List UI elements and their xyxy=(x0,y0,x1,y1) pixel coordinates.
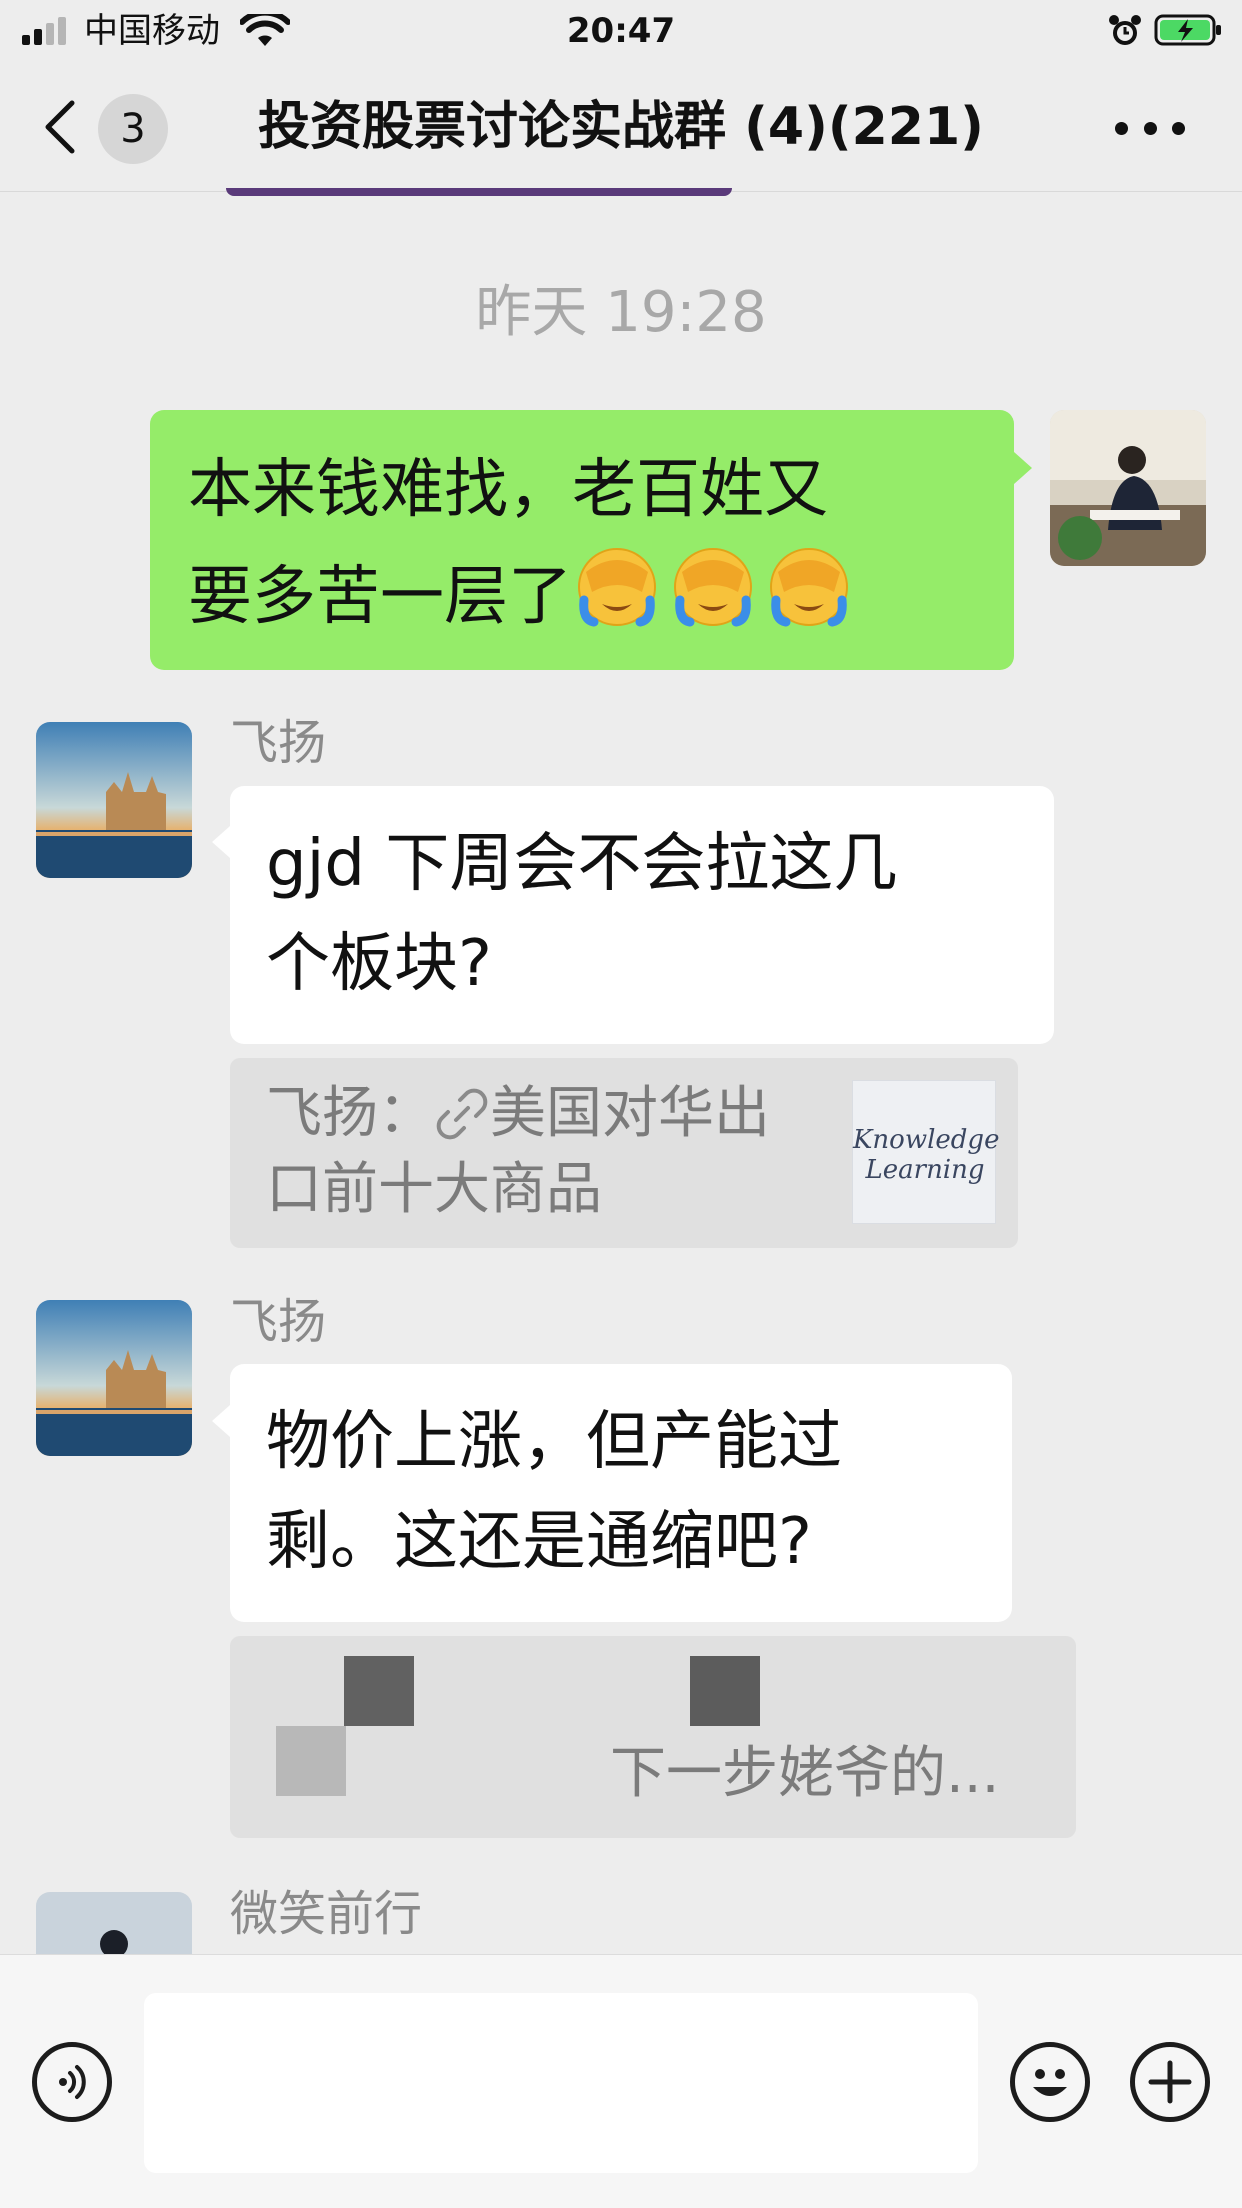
facepalm-emoji xyxy=(578,548,656,627)
message-text-line: 要多苦一层了 xyxy=(188,540,976,647)
chat-title: 投资股票讨论实战群 (4)(221) xyxy=(258,97,984,157)
facepalm-emoji xyxy=(674,548,752,627)
sender-name: 微笑前行 xyxy=(230,1886,423,1942)
link-thumbnail: Knowledge Learning xyxy=(852,1080,1000,1224)
message-text-line: 本来钱难找，老百姓又 xyxy=(188,453,828,527)
message-text-line: 物价上涨，但产能过 xyxy=(266,1405,842,1479)
sender-avatar[interactable] xyxy=(36,1892,192,1954)
bubble-tail xyxy=(1014,452,1032,484)
facepalm-emoji xyxy=(770,548,848,627)
message-text-line: gjd 下周会不会拉这几 xyxy=(266,827,898,901)
quoted-message[interactable]: 下一步姥爷的... xyxy=(230,1636,1076,1838)
thumbnail-text: Learning xyxy=(865,1155,985,1185)
sender-name: 飞扬 xyxy=(230,1294,327,1350)
my-avatar[interactable] xyxy=(1050,410,1206,566)
plus-icon[interactable] xyxy=(1130,2042,1210,2122)
link-icon xyxy=(436,1088,488,1140)
status-time: 20:47 xyxy=(566,11,676,51)
sender-avatar[interactable] xyxy=(36,722,192,878)
bubble-tail xyxy=(212,1405,230,1437)
battery-charging-icon xyxy=(1154,14,1221,46)
more-icon[interactable] xyxy=(1115,108,1185,148)
emoji-icon[interactable] xyxy=(1010,2042,1090,2122)
thumbnail-text: Knowledge xyxy=(853,1125,1000,1155)
quoted-image-pixel xyxy=(690,1656,760,1726)
quoted-image-pixel xyxy=(344,1656,414,1726)
voice-icon[interactable] xyxy=(32,2042,112,2122)
their-message-bubble[interactable]: gjd 下周会不会拉这几 个板块? xyxy=(230,786,1054,1044)
input-bar xyxy=(0,1954,1242,2208)
message-text-line: 个板块? xyxy=(266,927,492,1001)
bubble-tail xyxy=(212,826,230,858)
sender-name: 飞扬 xyxy=(230,715,327,771)
quoted-message[interactable]: 飞扬： 美国对华出 口前十大商品 Knowledge Learning xyxy=(230,1058,1018,1248)
previous-message-edge xyxy=(226,188,732,196)
status-bar: 中国移动 20:47 xyxy=(0,0,1242,62)
sender-avatar[interactable] xyxy=(36,1300,192,1456)
facepalm-emoji-group xyxy=(572,540,854,630)
quoted-image-pixel xyxy=(276,1726,346,1796)
my-message-bubble[interactable]: 本来钱难找，老百姓又 要多苦一层了 xyxy=(150,410,1014,670)
their-message-bubble[interactable]: 物价上涨，但产能过 剩。这还是通缩吧? xyxy=(230,1364,1012,1622)
message-text-line: 剩。这还是通缩吧? xyxy=(266,1505,812,1579)
quote-text: 下一步姥爷的... xyxy=(610,1741,1000,1806)
alarm-icon xyxy=(1109,15,1141,45)
nav-bar: 3 投资股票讨论实战群 (4)(221) xyxy=(0,62,1242,196)
message-input[interactable] xyxy=(144,1993,978,2173)
message-timestamp: 昨天 19:28 xyxy=(475,280,767,345)
